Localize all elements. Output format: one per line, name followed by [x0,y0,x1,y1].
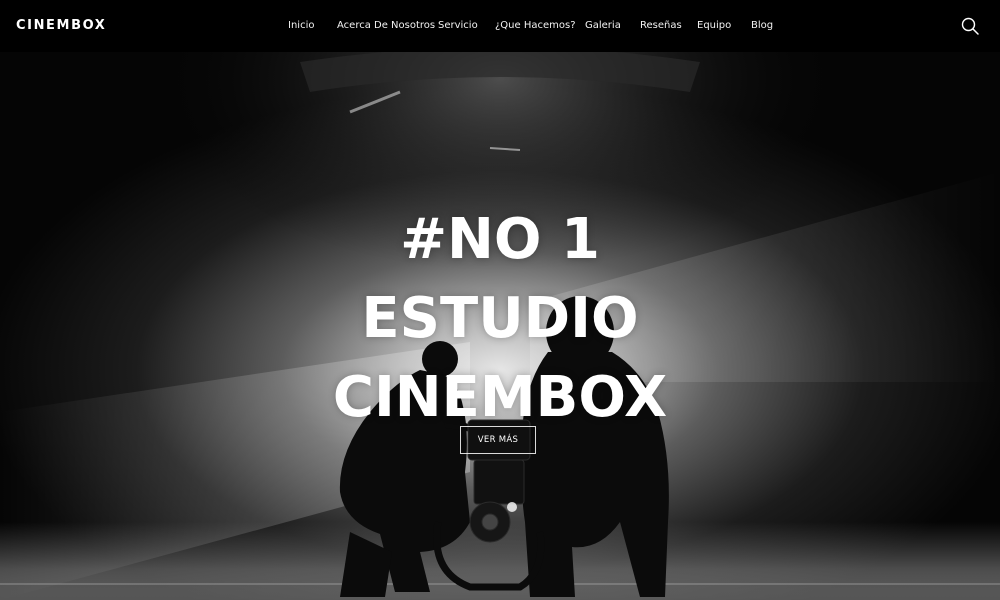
nav-item-galeria[interactable]: Galeria [585,0,621,52]
nav-item-equipo[interactable]: Equipo [697,0,731,52]
top-navbar: CINEMBOX Inicio Acerca De Nosotros Servi… [0,0,1000,52]
hero-section: #NO 1 ESTUDIO CINEMBOX VER MÁS [0,52,1000,600]
nav-item-blog[interactable]: Blog [751,0,773,52]
ver-mas-button[interactable]: VER MÁS [460,426,536,454]
search-button[interactable] [960,16,980,36]
search-icon [961,17,979,35]
nav-item-acerca-de-nosotros[interactable]: Acerca De Nosotros [337,0,435,52]
nav-item-inicio[interactable]: Inicio [288,0,314,52]
main-nav: Inicio Acerca De Nosotros Servicio ¿Que … [0,0,1000,52]
nav-item-servicio[interactable]: Servicio [438,0,478,52]
nav-item-resenas[interactable]: Reseñas [640,0,682,52]
hero-title-line: #NO 1 [400,207,600,272]
hero-title-line: ESTUDIO [361,286,639,351]
nav-item-que-hacemos[interactable]: ¿Que Hacemos? [495,0,576,52]
hero-title: #NO 1 ESTUDIO CINEMBOX [0,200,1000,437]
